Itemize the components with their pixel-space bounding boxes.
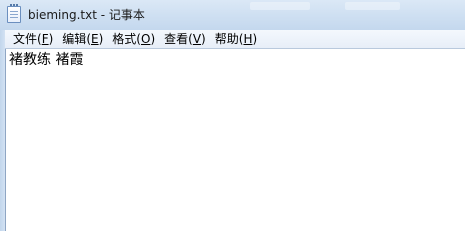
title-bar-background-blur	[250, 2, 310, 10]
text-editor-area[interactable]: 褚教练 褚霞	[5, 49, 465, 231]
menu-file[interactable]: 文件(F)	[9, 31, 57, 48]
menu-view[interactable]: 查看(V)	[160, 31, 210, 48]
notepad-window: bieming.txt - 记事本 文件(F) 编辑(E) 格式(O) 查看(V…	[0, 0, 465, 231]
menu-bar: 文件(F) 编辑(E) 格式(O) 查看(V) 帮助(H)	[5, 30, 465, 49]
notepad-icon[interactable]	[7, 4, 21, 23]
title-bar[interactable]: bieming.txt - 记事本	[0, 0, 465, 30]
window-title: bieming.txt - 记事本	[28, 8, 145, 22]
menu-help[interactable]: 帮助(H)	[211, 31, 261, 48]
editor-content[interactable]: 褚教练 褚霞	[9, 51, 83, 69]
title-bar-background-blur	[345, 2, 400, 10]
menu-format[interactable]: 格式(O)	[108, 31, 159, 48]
menu-edit[interactable]: 编辑(E)	[58, 31, 107, 48]
